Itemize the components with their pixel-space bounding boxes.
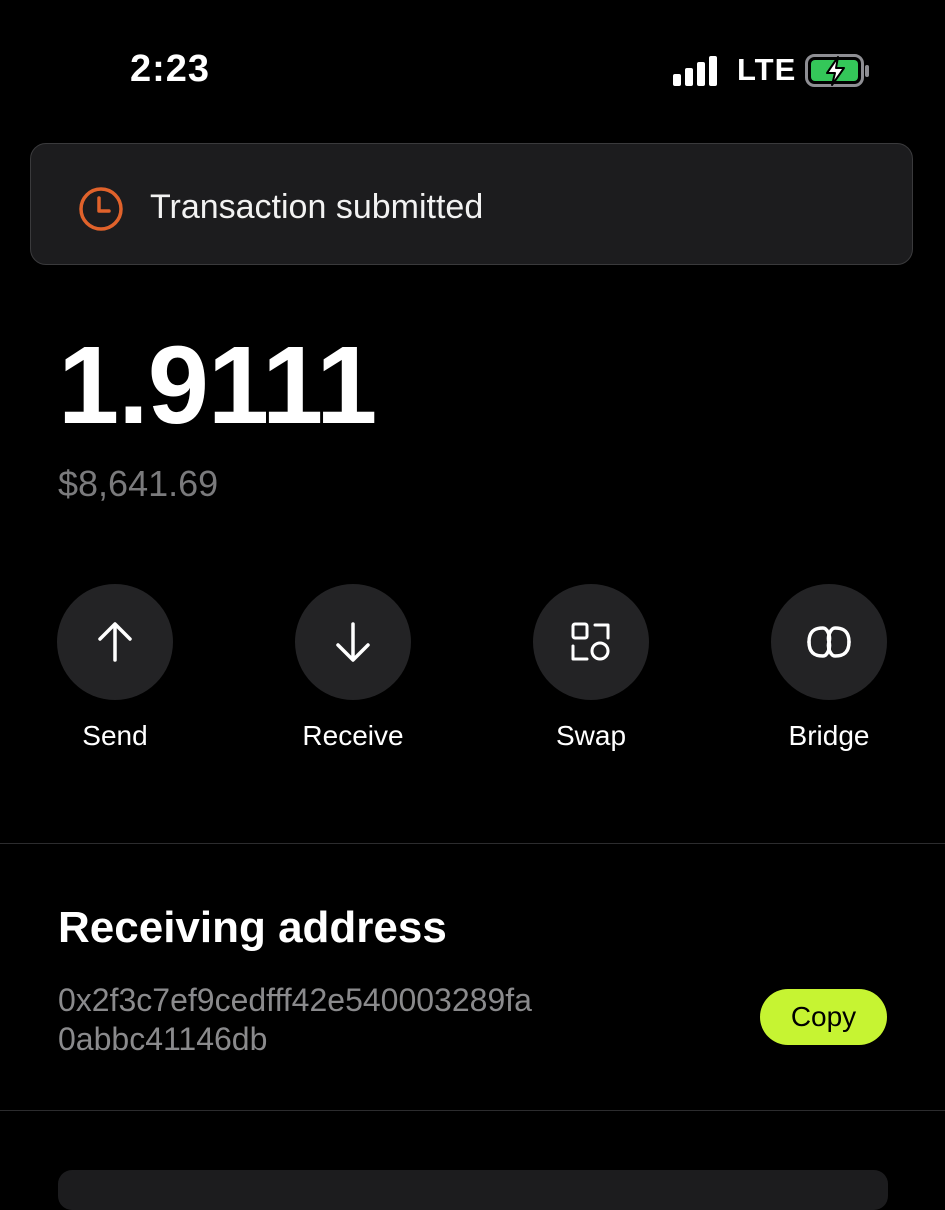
swap-label: Swap — [555, 720, 627, 751]
receive-button[interactable]: Receive — [295, 584, 411, 752]
fiat-balance: $8,641.69 — [58, 463, 219, 504]
receive-label: Receive — [302, 720, 404, 751]
arrow-up-icon — [98, 622, 132, 662]
send-circle[interactable] — [57, 584, 173, 700]
receiving-address[interactable]: 0x2f3c7ef9cedfff42e540003289fa 0abbc4114… — [58, 981, 638, 1059]
swap-circle[interactable] — [533, 584, 649, 700]
receiving-address-title: Receiving address — [58, 903, 447, 952]
bridge-label: Bridge — [788, 720, 870, 751]
bottom-card — [58, 1170, 888, 1210]
network-type: LTE — [737, 52, 797, 87]
section-divider — [0, 843, 945, 844]
status-time: 2:23 — [130, 48, 211, 90]
swap-button[interactable]: Swap — [533, 584, 649, 752]
battery-charging-icon — [805, 54, 869, 87]
send-button[interactable]: Send — [57, 584, 173, 752]
swap-icon — [571, 622, 610, 661]
address-line-2: 0abbc41146db — [58, 1021, 268, 1057]
token-balance: 1.9111 — [58, 324, 377, 447]
address-line-1: 0x2f3c7ef9cedfff42e540003289fa — [58, 982, 532, 1018]
status-bar: 2:23 LTE — [0, 0, 945, 140]
transaction-toast[interactable]: Transaction submitted — [30, 143, 913, 265]
clock-icon — [79, 187, 123, 231]
send-label: Send — [82, 720, 148, 751]
section-divider-bottom — [0, 1110, 945, 1111]
receive-circle[interactable] — [295, 584, 411, 700]
signal-icon — [673, 56, 721, 86]
arrow-down-icon — [336, 622, 370, 662]
bridge-circle[interactable] — [771, 584, 887, 700]
toast-message: Transaction submitted — [150, 188, 484, 226]
bridge-icon — [807, 626, 851, 658]
copy-address-button[interactable]: Copy — [760, 989, 887, 1045]
bridge-button[interactable]: Bridge — [771, 584, 887, 752]
